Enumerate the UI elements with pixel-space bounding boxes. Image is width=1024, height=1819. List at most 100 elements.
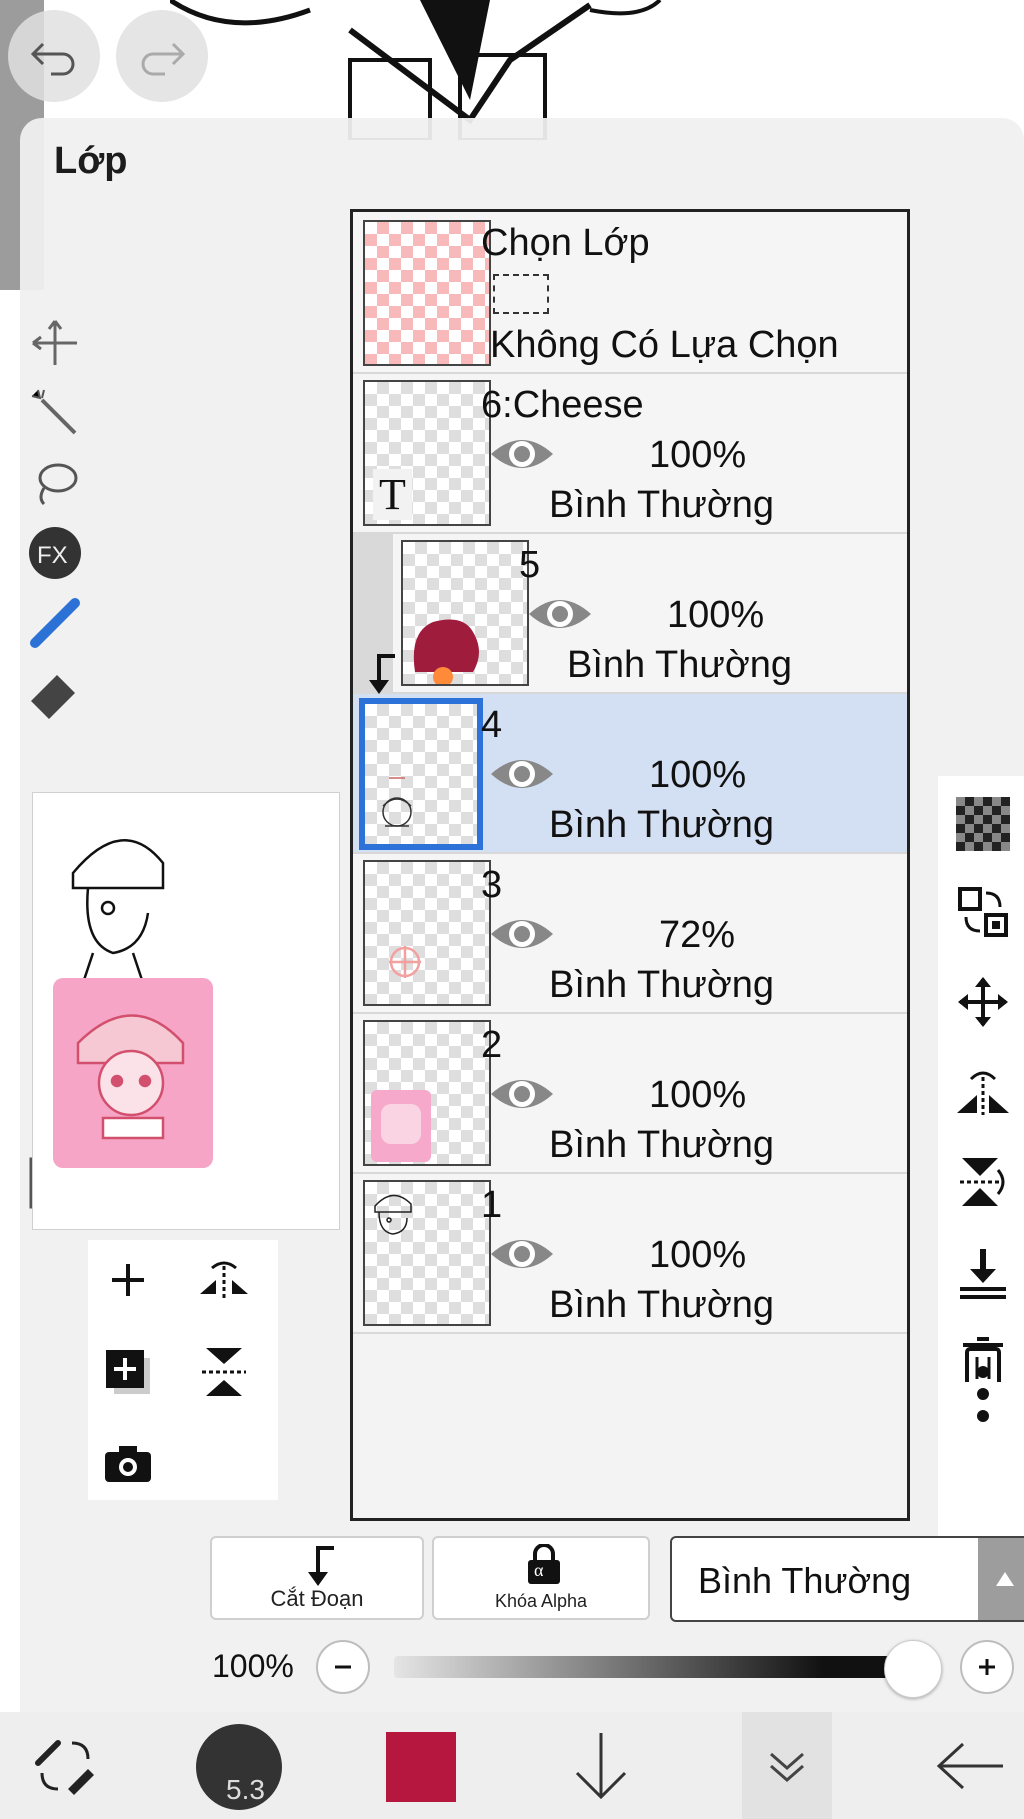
brush-eraser-swap-icon xyxy=(35,1740,94,1795)
opacity-slider[interactable] xyxy=(394,1656,894,1678)
minus-icon xyxy=(335,1665,351,1669)
clipping-arrow-icon xyxy=(308,1546,334,1586)
back-button[interactable] xyxy=(930,1722,1010,1810)
layer-thumbnail xyxy=(401,540,529,686)
visibility-eye-icon[interactable] xyxy=(489,1232,555,1276)
svg-text:FX: FX xyxy=(37,542,68,569)
layer-name: 2 xyxy=(481,1024,503,1066)
layer-row[interactable]: T 6:Cheese 100% Bình Thường xyxy=(353,374,907,534)
lasso-icon xyxy=(20,458,90,508)
eraser-icon xyxy=(20,668,90,719)
blend-mode-value: Bình Thường xyxy=(698,1560,912,1601)
flip-horizontal-icon xyxy=(200,1261,248,1298)
clipping-button[interactable]: Cắt Đoạn xyxy=(210,1536,424,1620)
transparency-fill-button[interactable] xyxy=(938,784,1024,864)
visibility-eye-icon[interactable] xyxy=(489,752,555,796)
merge-down-icon xyxy=(960,1249,1006,1299)
layer-opacity: 100% xyxy=(649,434,747,476)
layer-opacity: 100% xyxy=(649,1074,747,1116)
flip-layer-vertical-button[interactable] xyxy=(184,1332,264,1412)
merge-down-button[interactable] xyxy=(938,1232,1024,1312)
visibility-eye-icon[interactable] xyxy=(489,432,555,476)
visibility-eye-icon[interactable] xyxy=(527,592,593,636)
layer-row[interactable]: 2 100% Bình Thường xyxy=(353,1014,907,1174)
layer-list: Chọn Lớp Không Có Lựa Chọn T 6:Cheese 10… xyxy=(350,209,910,1521)
clipping-arrow-icon xyxy=(369,654,395,694)
arrow-left-icon xyxy=(936,1742,1003,1790)
magic-wand-icon xyxy=(20,388,90,438)
layer-name: 5 xyxy=(519,544,541,586)
opacity-slider-thumb[interactable] xyxy=(884,1640,942,1698)
selection-status: Không Có Lựa Chọn xyxy=(490,324,839,366)
move-layer-button[interactable] xyxy=(938,962,1024,1042)
move-tool-icon xyxy=(20,318,90,368)
blend-mode-select[interactable]: Bình Thường xyxy=(670,1536,1024,1622)
layer-row[interactable]: 3 72% Bình Thường xyxy=(353,854,907,1014)
layer-row-selected[interactable]: 4 100% Bình Thường xyxy=(353,694,907,854)
selection-layer-row[interactable]: Chọn Lớp Không Có Lựa Chọn xyxy=(353,212,907,374)
visibility-eye-icon[interactable] xyxy=(489,912,555,956)
layer-actions xyxy=(88,1240,278,1500)
brush-size-value: 5.3 xyxy=(226,1774,265,1805)
opacity-increase-button[interactable] xyxy=(960,1640,1014,1694)
alpha-lock-button[interactable]: α Khóa Alpha xyxy=(432,1536,650,1620)
opacity-decrease-button[interactable] xyxy=(316,1640,370,1694)
flip-vertical-button[interactable] xyxy=(938,1142,1024,1222)
checker-icon xyxy=(956,797,1010,851)
flip-horizontal-icon xyxy=(957,1071,1009,1115)
current-color-swatch[interactable] xyxy=(386,1732,456,1802)
swap-layers-icon xyxy=(958,887,1008,937)
flip-vertical-icon xyxy=(960,1158,1005,1206)
layer-thumbnail xyxy=(359,698,483,850)
layer-blend-mode: Bình Thường xyxy=(567,644,793,686)
layer-blend-mode: Bình Thường xyxy=(549,804,775,846)
alpha-lock-label: Khóa Alpha xyxy=(494,1591,588,1611)
import-photo-button[interactable] xyxy=(88,1424,168,1504)
layer-row[interactable]: 5 100% Bình Thường xyxy=(353,534,907,694)
layer-down-button[interactable] xyxy=(566,1722,636,1810)
layer-name: 4 xyxy=(481,704,503,746)
layer-thumbnail xyxy=(363,860,491,1006)
visibility-eye-icon[interactable] xyxy=(489,1072,555,1116)
layer-blend-mode: Bình Thường xyxy=(549,484,775,526)
blend-mode-dropdown[interactable] xyxy=(978,1538,1024,1620)
arrow-down-icon xyxy=(575,1733,627,1800)
flip-layer-horizontal-button[interactable] xyxy=(184,1240,264,1320)
layer-name: 1 xyxy=(481,1184,503,1226)
undo-icon xyxy=(30,42,75,76)
layer-blend-mode: Bình Thường xyxy=(549,1284,775,1326)
fx-icon: FX xyxy=(20,527,90,579)
undo-button[interactable] xyxy=(8,10,100,102)
add-layer-button[interactable] xyxy=(88,1240,168,1320)
duplicate-icon xyxy=(106,1350,150,1394)
more-options-button[interactable] xyxy=(938,1366,1024,1542)
layer-name: 3 xyxy=(481,864,503,906)
selection-icon xyxy=(493,274,549,314)
preview-sketch xyxy=(71,839,165,984)
layer-row[interactable]: 1 100% Bình Thường xyxy=(353,1174,907,1334)
collapse-panel-button[interactable] xyxy=(742,1712,832,1819)
clipping-label: Cắt Đoạn xyxy=(270,1586,364,1611)
selection-layer-thumbnail xyxy=(363,220,491,366)
plus-icon xyxy=(112,1264,144,1296)
layer-opacity: 100% xyxy=(649,1234,747,1276)
layer-opacity: 72% xyxy=(659,914,736,956)
brush-icon xyxy=(20,598,90,648)
redo-button[interactable] xyxy=(116,10,208,102)
opacity-value: 100% xyxy=(212,1648,294,1684)
tool-switch-button[interactable] xyxy=(20,1722,110,1810)
layer-thumbnail xyxy=(363,1020,491,1166)
layer-name: 6:Cheese xyxy=(481,384,644,426)
opacity-row: 100% xyxy=(20,1638,1024,1698)
layer-thumbnail: T xyxy=(363,380,491,526)
flip-horizontal-button[interactable] xyxy=(938,1052,1024,1132)
lock-icon xyxy=(528,1544,560,1584)
bottom-toolbar: 5.3 xyxy=(0,1712,1024,1819)
text-layer-icon: T xyxy=(373,469,412,520)
swap-layers-button[interactable] xyxy=(938,872,1024,952)
layer-blend-mode: Bình Thường xyxy=(549,1124,775,1166)
layer-opacity: 100% xyxy=(667,594,765,636)
layer-blend-mode: Bình Thường xyxy=(549,964,775,1006)
duplicate-layer-button[interactable] xyxy=(88,1332,168,1412)
layer-tools xyxy=(938,776,1024,1416)
